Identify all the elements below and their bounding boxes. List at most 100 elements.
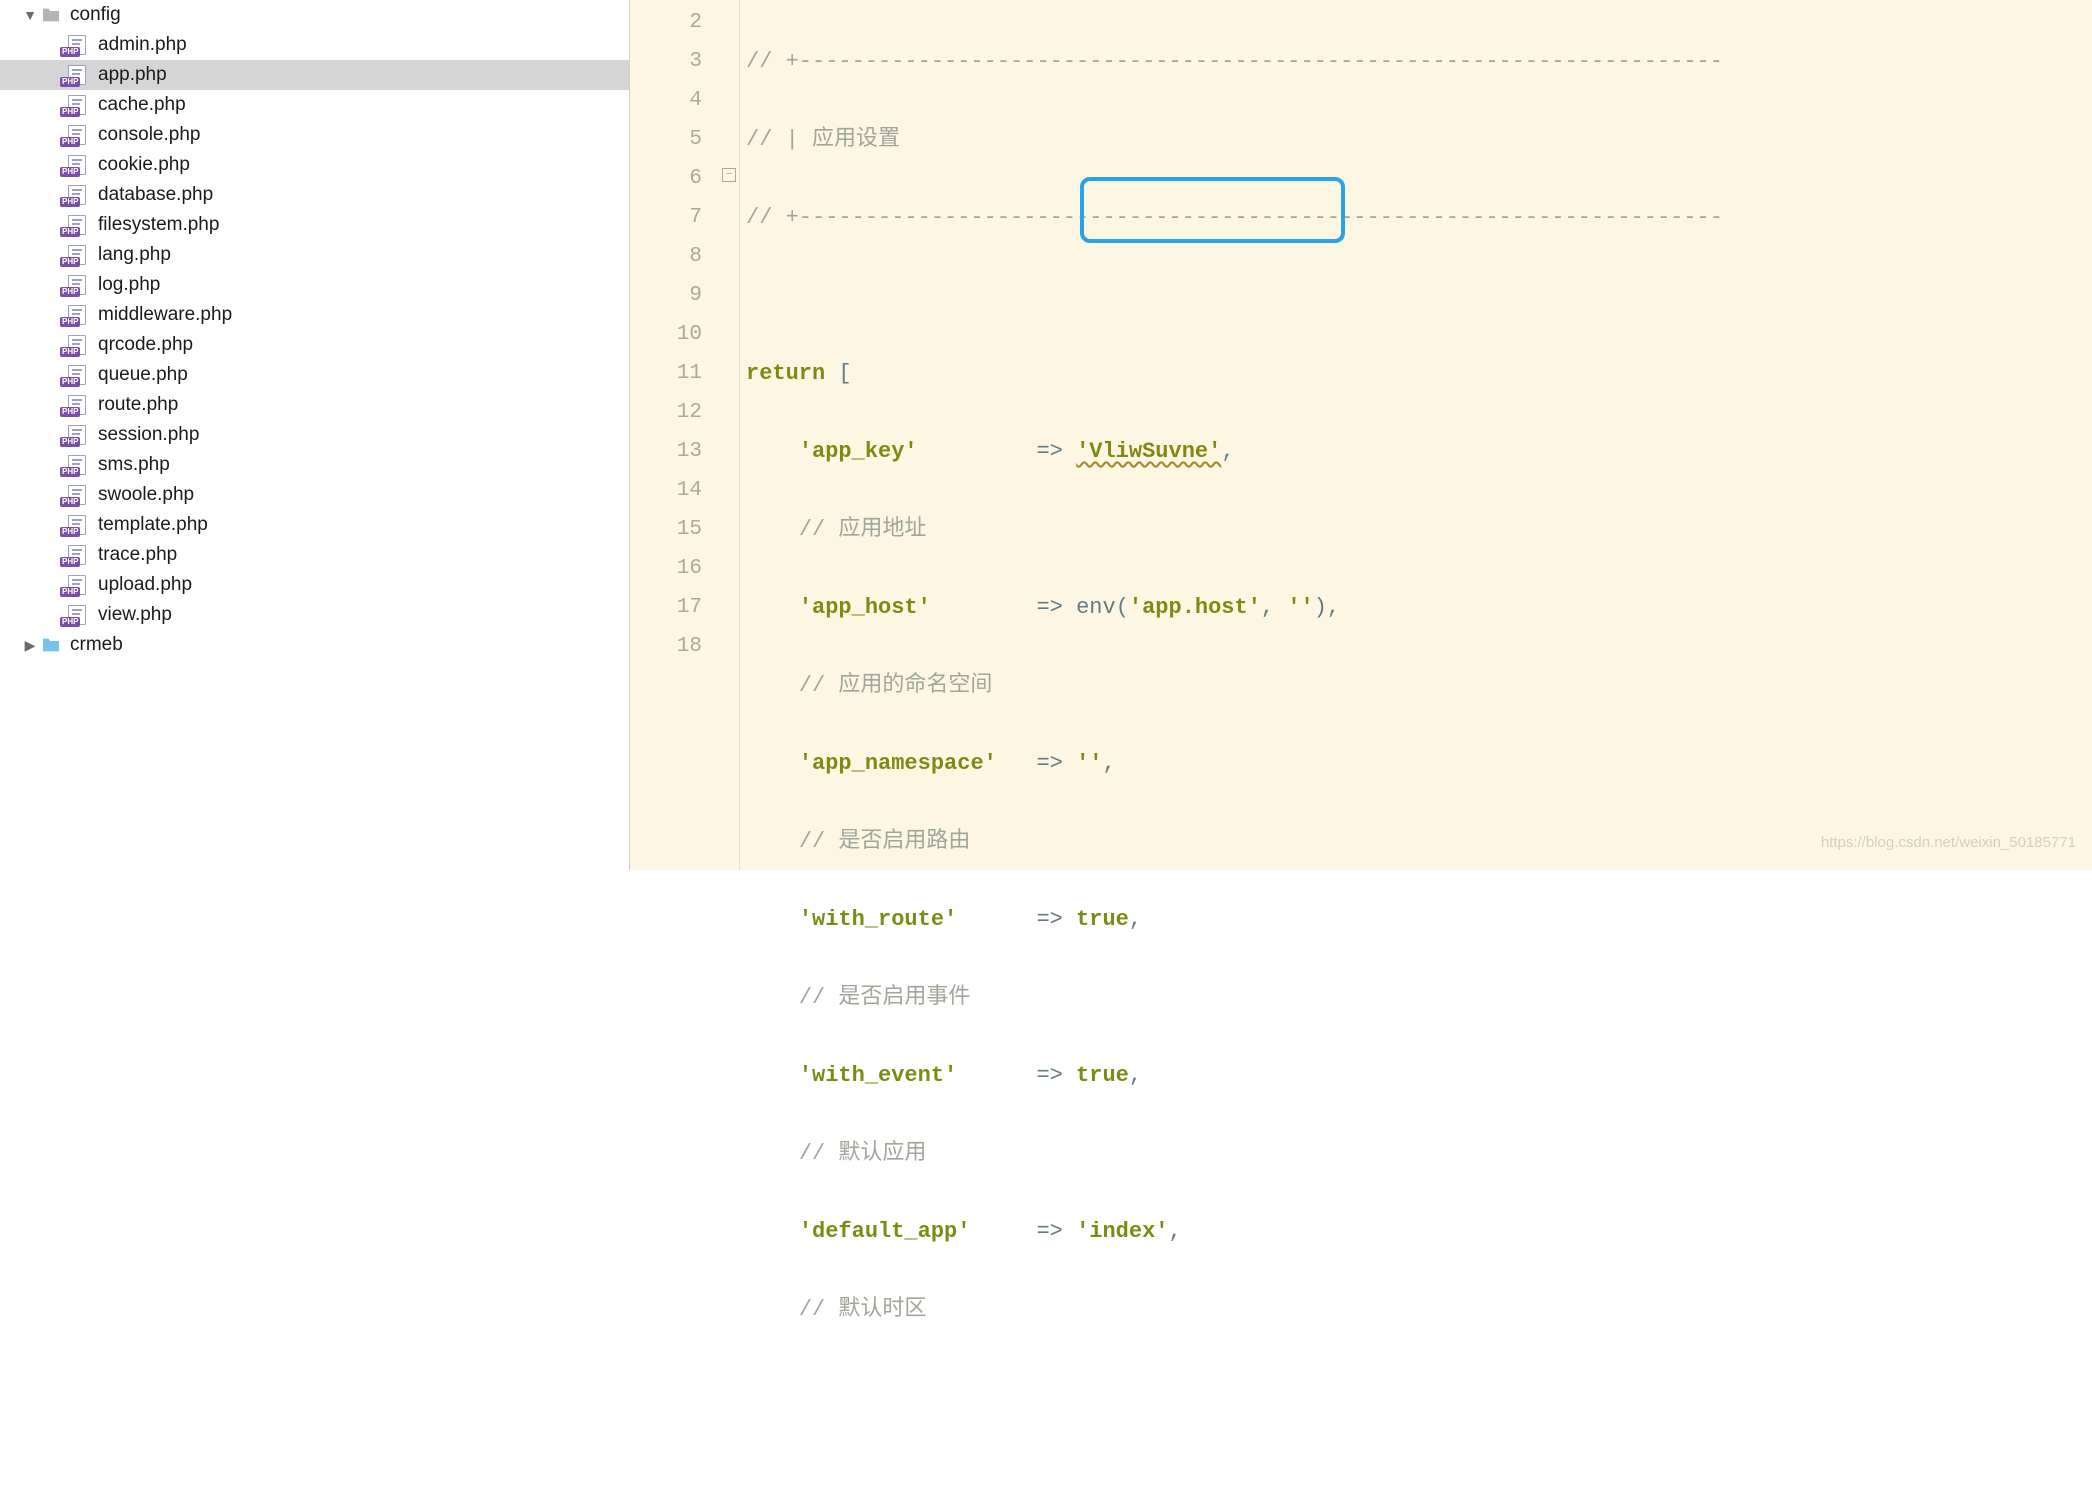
code-line: // 应用地址 bbox=[746, 510, 2092, 549]
line-number: 4 bbox=[630, 81, 702, 120]
code-line: 'app_namespace' => '', bbox=[746, 744, 2092, 783]
file-label: admin.php bbox=[98, 34, 187, 56]
line-number-gutter: 23456789101112131415161718 bbox=[630, 0, 720, 870]
file-session-php[interactable]: PHP session.php bbox=[0, 420, 629, 450]
line-number: 15 bbox=[630, 510, 702, 549]
php-file-icon: PHP bbox=[64, 35, 90, 55]
file-view-php[interactable]: PHP view.php bbox=[0, 600, 629, 630]
code-line: // | 应用设置 bbox=[746, 120, 2092, 159]
file-label: cache.php bbox=[98, 94, 186, 116]
file-upload-php[interactable]: PHP upload.php bbox=[0, 570, 629, 600]
php-file-icon: PHP bbox=[64, 515, 90, 535]
file-label: filesystem.php bbox=[98, 214, 219, 236]
line-number: 6 bbox=[630, 159, 702, 198]
file-label: app.php bbox=[98, 64, 167, 86]
php-file-icon: PHP bbox=[64, 425, 90, 445]
php-file-icon: PHP bbox=[64, 65, 90, 85]
file-lang-php[interactable]: PHP lang.php bbox=[0, 240, 629, 270]
line-number: 9 bbox=[630, 276, 702, 315]
php-file-icon: PHP bbox=[64, 575, 90, 595]
code-line: 'with_route' => true, bbox=[746, 900, 2092, 939]
line-number: 5 bbox=[630, 120, 702, 159]
file-label: template.php bbox=[98, 514, 208, 536]
file-template-php[interactable]: PHP template.php bbox=[0, 510, 629, 540]
file-app-php[interactable]: PHP app.php bbox=[0, 60, 629, 90]
code-area[interactable]: // +------------------------------------… bbox=[740, 0, 2092, 870]
file-label: view.php bbox=[98, 604, 172, 626]
code-line: 'default_app' => 'index', bbox=[746, 1212, 2092, 1251]
file-tree-panel[interactable]: ▼ config PHP admin.php PHP app.php PHP cache.… bbox=[0, 0, 630, 870]
line-number: 11 bbox=[630, 354, 702, 393]
php-file-icon: PHP bbox=[64, 605, 90, 625]
folder-config[interactable]: ▼ config bbox=[0, 0, 629, 30]
file-log-php[interactable]: PHP log.php bbox=[0, 270, 629, 300]
file-filesystem-php[interactable]: PHP filesystem.php bbox=[0, 210, 629, 240]
php-file-icon: PHP bbox=[64, 185, 90, 205]
php-file-icon: PHP bbox=[64, 485, 90, 505]
code-line: // 默认应用 bbox=[746, 1134, 2092, 1173]
file-label: console.php bbox=[98, 124, 200, 146]
line-number: 13 bbox=[630, 432, 702, 471]
file-label: queue.php bbox=[98, 364, 188, 386]
watermark-text: https://blog.csdn.net/weixin_50185771 bbox=[1821, 823, 2076, 862]
php-file-icon: PHP bbox=[64, 95, 90, 115]
php-file-icon: PHP bbox=[64, 245, 90, 265]
file-cache-php[interactable]: PHP cache.php bbox=[0, 90, 629, 120]
file-label: database.php bbox=[98, 184, 213, 206]
file-trace-php[interactable]: PHP trace.php bbox=[0, 540, 629, 570]
line-number: 7 bbox=[630, 198, 702, 237]
file-label: log.php bbox=[98, 274, 160, 296]
file-label: sms.php bbox=[98, 454, 170, 476]
file-route-php[interactable]: PHProute.php bbox=[0, 390, 629, 420]
code-line: 'with_event' => true, bbox=[746, 1056, 2092, 1095]
php-file-icon: PHP bbox=[64, 125, 90, 145]
file-middleware-php[interactable]: PHP middleware.php bbox=[0, 300, 629, 330]
folder-icon bbox=[40, 6, 62, 24]
file-label: trace.php bbox=[98, 544, 177, 566]
file-label: middleware.php bbox=[98, 304, 232, 326]
file-swoole-php[interactable]: PHP swoole.php bbox=[0, 480, 629, 510]
file-label: cookie.php bbox=[98, 154, 190, 176]
code-line: 'app_host' => env('app.host', ''), bbox=[746, 588, 2092, 627]
file-label: swoole.php bbox=[98, 484, 194, 506]
php-file-icon: PHP bbox=[64, 215, 90, 235]
line-number: 14 bbox=[630, 471, 702, 510]
chevron-right-icon: ▶ bbox=[20, 637, 40, 654]
file-label: upload.php bbox=[98, 574, 192, 596]
line-number: 12 bbox=[630, 393, 702, 432]
folder-label: crmeb bbox=[70, 634, 123, 656]
code-line: // +------------------------------------… bbox=[746, 198, 2092, 237]
php-file-icon: PHP bbox=[64, 545, 90, 565]
folder-crmeb[interactable]: ▶ crmeb bbox=[0, 630, 629, 660]
code-line: // 默认时区 bbox=[746, 1290, 2092, 1329]
file-label: qrcode.php bbox=[98, 334, 193, 356]
file-admin-php[interactable]: PHP admin.php bbox=[0, 30, 629, 60]
folder-label: config bbox=[70, 4, 121, 26]
file-console-php[interactable]: PHP console.php bbox=[0, 120, 629, 150]
line-number: 2 bbox=[630, 3, 702, 42]
line-number: 18 bbox=[630, 627, 702, 666]
line-number: 8 bbox=[630, 237, 702, 276]
code-line bbox=[746, 276, 2092, 315]
chevron-down-icon: ▼ bbox=[20, 7, 40, 23]
code-line: return [ bbox=[746, 354, 2092, 393]
line-number: 3 bbox=[630, 42, 702, 81]
php-file-icon: PHP bbox=[64, 455, 90, 475]
php-file-icon: PHP bbox=[64, 365, 90, 385]
php-file-icon: PHP bbox=[64, 275, 90, 295]
fold-marker-icon[interactable]: − bbox=[722, 168, 736, 182]
php-file-icon: PHP bbox=[64, 305, 90, 325]
editor-panel: 23456789101112131415161718 − // +-------… bbox=[630, 0, 2092, 870]
file-database-php[interactable]: PHP database.php bbox=[0, 180, 629, 210]
file-label: session.php bbox=[98, 424, 199, 446]
php-file-icon: PHP bbox=[64, 155, 90, 175]
file-queue-php[interactable]: PHP queue.php bbox=[0, 360, 629, 390]
file-sms-php[interactable]: PHP sms.php bbox=[0, 450, 629, 480]
file-cookie-php[interactable]: PHP cookie.php bbox=[0, 150, 629, 180]
fold-column[interactable]: − bbox=[720, 0, 740, 870]
file-qrcode-php[interactable]: PHPqrcode.php bbox=[0, 330, 629, 360]
line-number: 16 bbox=[630, 549, 702, 588]
file-label: route.php bbox=[98, 394, 178, 416]
folder-icon bbox=[40, 636, 62, 654]
file-label: lang.php bbox=[98, 244, 171, 266]
